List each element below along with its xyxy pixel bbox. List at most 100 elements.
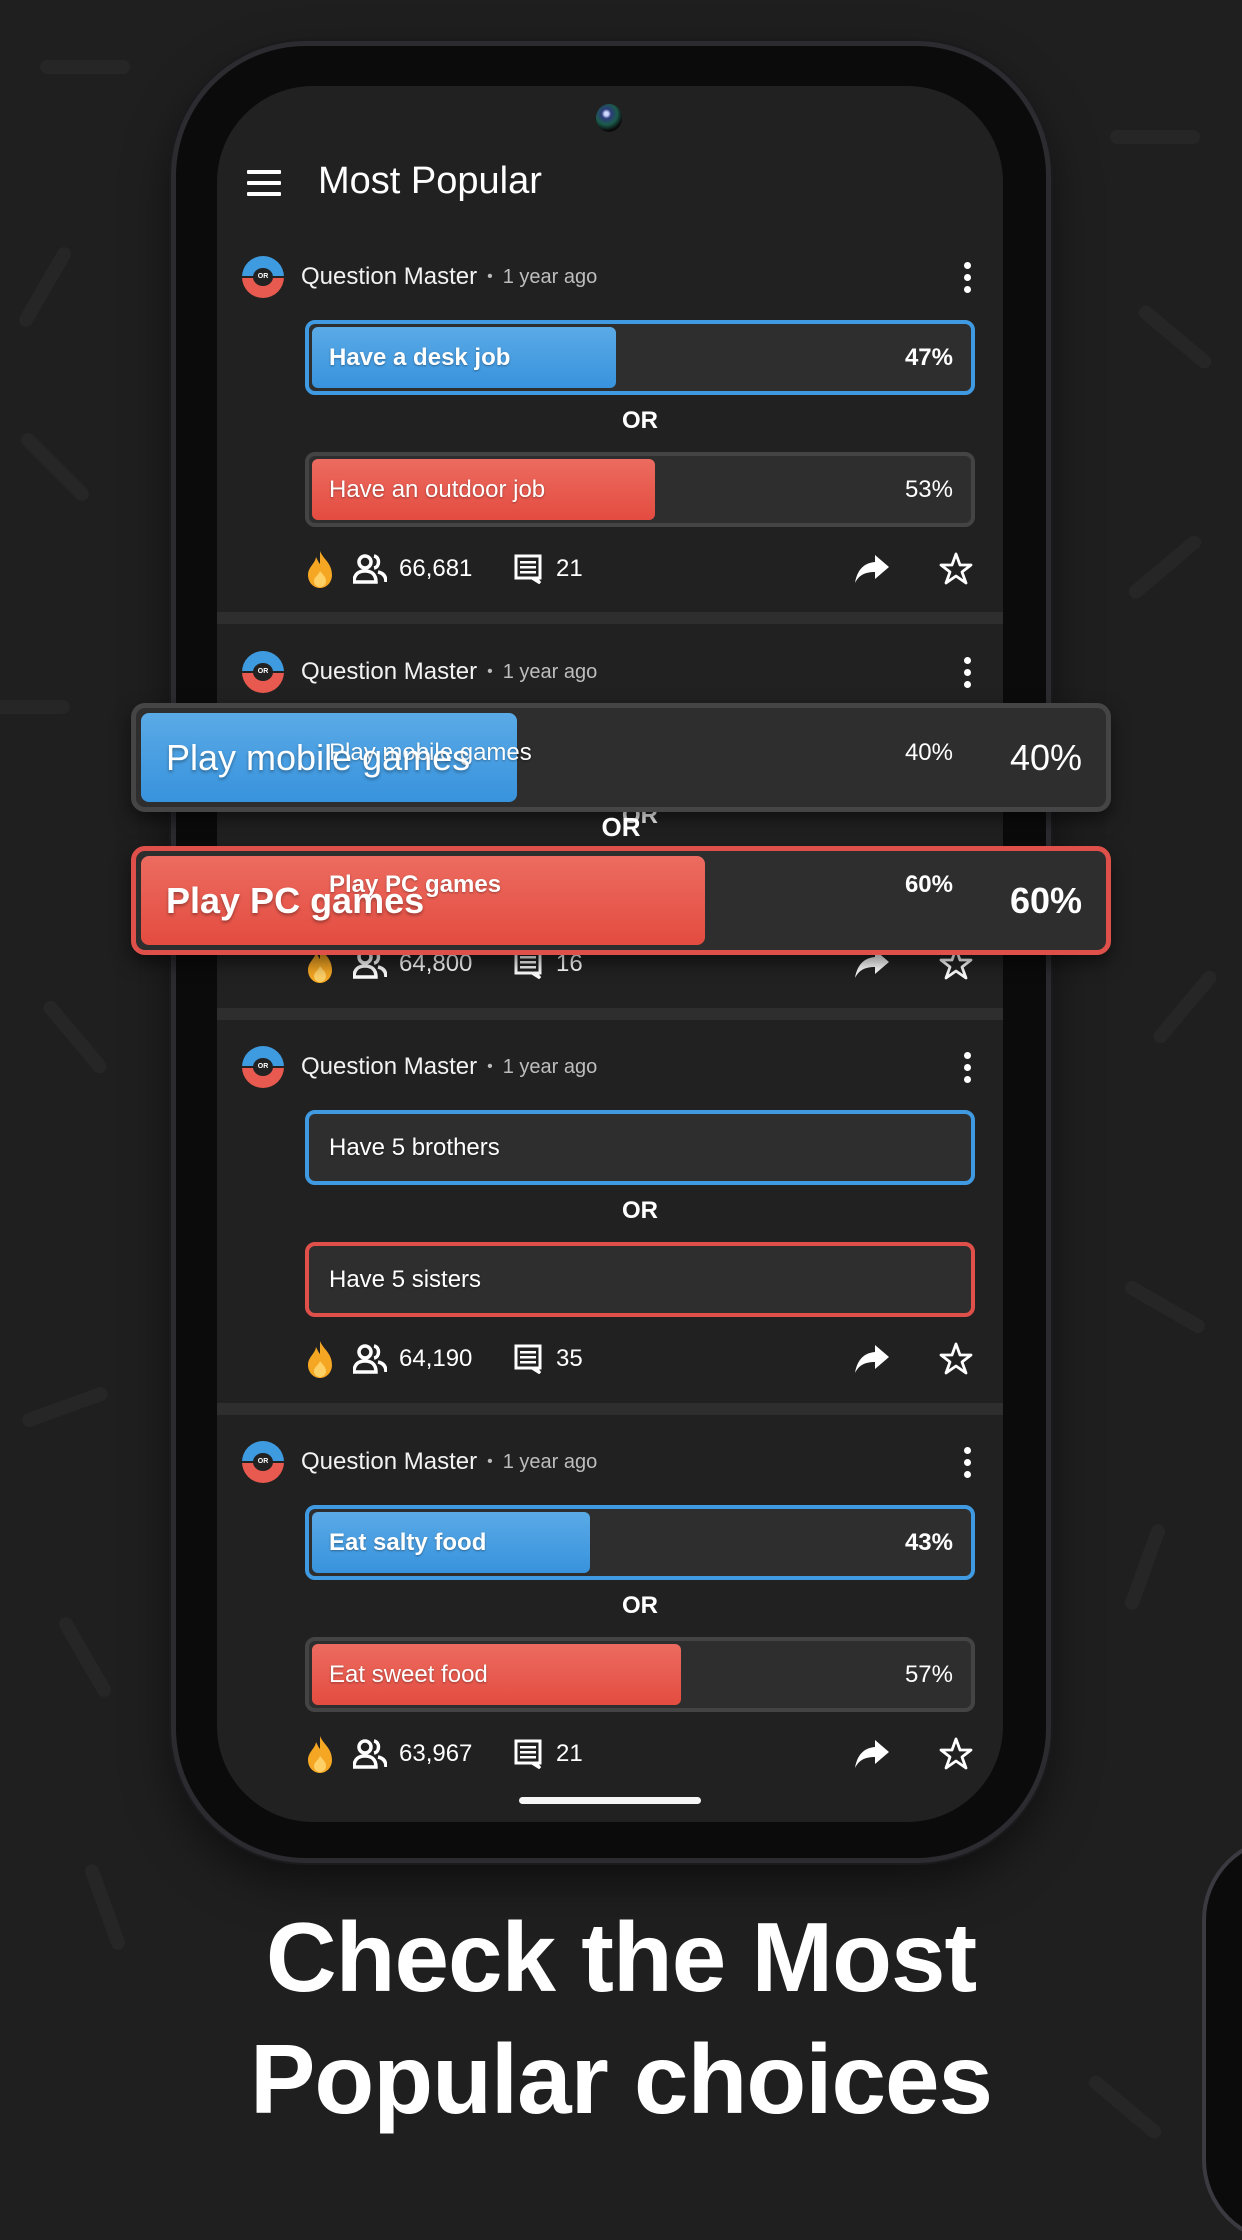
favorite-star-icon[interactable] [939, 1342, 973, 1376]
vote-count: 63,967 [399, 1740, 473, 1767]
bg-dash [1122, 1278, 1208, 1336]
avatar-or-logo: OR [253, 1453, 273, 1471]
option-b-percent: 60% [904, 870, 953, 898]
bg-dash [1123, 1522, 1167, 1612]
bg-dash [40, 998, 110, 1076]
home-indicator[interactable] [519, 1797, 701, 1804]
share-icon[interactable] [853, 553, 891, 585]
avatar-or-logo: OR [253, 663, 273, 681]
overlay-option-a-percent: 40% [1009, 736, 1082, 778]
card-separator [217, 1008, 1003, 1020]
more-options-icon[interactable] [955, 650, 979, 694]
vote-count: 64,190 [399, 1345, 473, 1372]
meta-separator: • [487, 268, 493, 285]
bg-dash [20, 1385, 110, 1429]
bg-dash [1150, 968, 1220, 1046]
option-a-button[interactable]: Eat salty food 43% [305, 1505, 975, 1580]
people-icon [353, 1344, 387, 1374]
promo-headline-line1: Check the Most [265, 1902, 977, 2012]
bg-dash [56, 1614, 114, 1700]
option-b-percent: 53% [904, 475, 953, 503]
fire-icon [308, 551, 332, 588]
post-time: 1 year ago [502, 265, 598, 288]
question-footer: 64,190 35 [305, 1337, 975, 1381]
question-meta: OR Question Master • 1 year ago [242, 1045, 597, 1089]
author-name[interactable]: Question Master [301, 1448, 477, 1476]
bg-dash [16, 244, 74, 330]
comments-icon[interactable] [514, 1739, 542, 1769]
comment-count[interactable]: 35 [556, 1345, 583, 1373]
or-divider: OR [622, 1197, 658, 1224]
option-a-percent: 43% [904, 1528, 953, 1556]
bg-dash [40, 60, 130, 74]
option-a-label: Eat salty food [329, 1528, 487, 1556]
option-b-button[interactable]: Have 5 sisters [305, 1242, 975, 1317]
bg-dash [1136, 302, 1214, 372]
avatar[interactable]: OR [242, 256, 284, 298]
option-b-button[interactable]: Have an outdoor job 53% [305, 452, 975, 527]
page-title: Most Popular [318, 160, 542, 202]
front-camera [596, 104, 622, 132]
overlay-option-b[interactable]: Play PC games 60% [131, 846, 1111, 955]
option-a-button[interactable]: Have 5 brothers [305, 1110, 975, 1185]
more-options-icon[interactable] [955, 1045, 979, 1089]
more-options-icon[interactable] [955, 255, 979, 299]
more-options-icon[interactable] [955, 1440, 979, 1484]
overlay-or-divider: OR [601, 812, 641, 842]
option-a-label: Have a desk job [329, 343, 511, 371]
favorite-star-icon[interactable] [939, 1737, 973, 1771]
avatar[interactable]: OR [242, 651, 284, 693]
overlay-option-b-label: Play PC games [166, 879, 425, 921]
option-b-label: Eat sweet food [329, 1660, 488, 1688]
or-divider: OR [622, 1592, 658, 1619]
phone-side-button [1046, 510, 1052, 610]
share-icon[interactable] [853, 1343, 891, 1375]
fire-icon [308, 1736, 332, 1773]
comment-count[interactable]: 21 [556, 555, 583, 583]
meta-separator: • [487, 1058, 493, 1075]
option-a-button[interactable]: Have a desk job 47% [305, 320, 975, 395]
vote-count: 66,681 [399, 555, 473, 582]
option-a-label: Have 5 brothers [329, 1133, 500, 1161]
avatar[interactable]: OR [242, 1046, 284, 1088]
question-meta: OR Question Master • 1 year ago [242, 650, 597, 694]
option-b-label: Have an outdoor job [329, 475, 546, 503]
overlay-option-a[interactable]: Play mobile games 40% [131, 703, 1111, 812]
bg-dash [18, 430, 92, 504]
avatar[interactable]: OR [242, 1441, 284, 1483]
people-icon [353, 554, 387, 584]
option-b-button[interactable]: Eat sweet food 57% [305, 1637, 975, 1712]
bg-dash [1126, 532, 1204, 602]
overlay-option-a-label: Play mobile games [166, 736, 471, 778]
people-icon [353, 1739, 387, 1769]
meta-separator: • [487, 1453, 493, 1470]
author-name[interactable]: Question Master [301, 263, 477, 291]
comments-icon[interactable] [514, 554, 542, 584]
overlay-option-b-percent: 60% [1009, 879, 1082, 921]
question-meta: OR Question Master • 1 year ago [242, 1440, 597, 1484]
option-b-label: Have 5 sisters [329, 1265, 482, 1293]
comments-icon[interactable] [514, 1344, 542, 1374]
question-footer: 66,681 21 [305, 547, 975, 591]
author-name[interactable]: Question Master [301, 658, 477, 686]
avatar-or-logo: OR [253, 1058, 273, 1076]
comment-count[interactable]: 21 [556, 1740, 583, 1768]
or-divider: OR [622, 407, 658, 434]
avatar-or-logo: OR [253, 268, 273, 286]
promo-headline-line2: Popular choices [249, 2024, 993, 2134]
post-time: 1 year ago [502, 660, 598, 683]
meta-separator: • [487, 663, 493, 680]
question-meta: OR Question Master • 1 year ago [242, 255, 597, 299]
share-icon[interactable] [853, 1738, 891, 1770]
promo-headline: Check the Most Popular choices [0, 1896, 1242, 2140]
question-footer: 63,967 21 [305, 1732, 975, 1776]
favorite-star-icon[interactable] [939, 552, 973, 586]
option-a-percent: 47% [904, 343, 953, 371]
author-name[interactable]: Question Master [301, 1053, 477, 1081]
option-b-percent: 57% [904, 1660, 953, 1688]
fire-icon [308, 1341, 332, 1378]
bg-dash [1110, 130, 1200, 144]
post-time: 1 year ago [502, 1055, 598, 1078]
card-separator [217, 612, 1003, 624]
hamburger-menu-icon[interactable] [247, 170, 281, 196]
